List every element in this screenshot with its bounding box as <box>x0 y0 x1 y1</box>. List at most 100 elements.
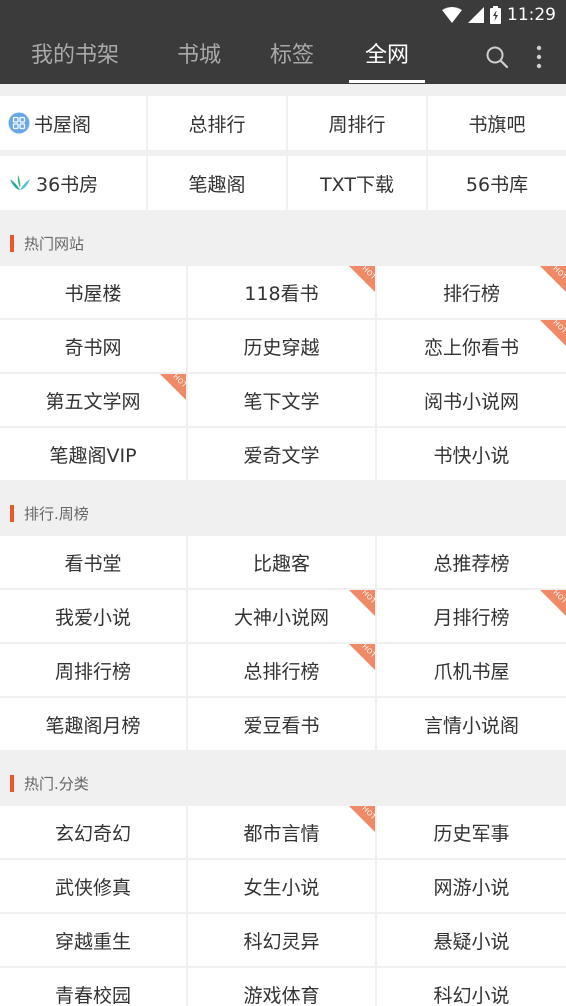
quick-link[interactable]: 书屋阁 <box>0 96 146 150</box>
site-link-label: 阅书小说网 <box>423 390 519 413</box>
site-link-label: 第五文学网 <box>45 390 141 413</box>
site-link[interactable]: 笔趣阁月榜 <box>0 698 186 750</box>
site-link-label: 历史穿越 <box>243 336 320 359</box>
site-link[interactable]: 历史穿越 <box>188 320 375 372</box>
quick-link[interactable]: 总排行 <box>148 96 286 150</box>
site-link-label: 恋上你看书 <box>423 336 519 359</box>
book-leaf-icon <box>8 173 32 193</box>
tab-whole-web[interactable]: 全网 <box>348 30 426 84</box>
wifi-icon <box>442 7 462 23</box>
quick-link[interactable]: 36书房 <box>0 156 146 210</box>
site-link-label: 青春校园 <box>54 984 131 1006</box>
site-link[interactable]: 书屋楼 <box>0 266 186 318</box>
site-link-label: 奇书网 <box>64 336 122 359</box>
site-link[interactable]: 武侠修真 <box>0 860 186 912</box>
site-link-label: 都市言情 <box>243 822 320 845</box>
site-link[interactable]: 笔下文学 <box>188 374 375 426</box>
site-link[interactable]: 青春校园 <box>0 968 186 1006</box>
site-link-label: 总推荐榜 <box>433 552 510 575</box>
site-link[interactable]: 看书堂 <box>0 536 186 588</box>
section-title: 排行.周榜 <box>24 504 89 523</box>
site-link[interactable]: 历史军事 <box>377 806 566 858</box>
site-link[interactable]: 爱奇文学 <box>188 428 375 480</box>
site-link[interactable]: 阅书小说网 <box>377 374 566 426</box>
site-link-label: 玄幻奇幻 <box>54 822 131 845</box>
tab-bookstore[interactable]: 书城 <box>160 30 238 84</box>
site-link-label: 大神小说网 <box>233 606 329 629</box>
site-link-label: 爪机书屋 <box>433 660 510 683</box>
site-link[interactable]: 笔趣阁VIP <box>0 428 186 480</box>
section-accent-bar <box>10 774 14 792</box>
site-link-label: 武侠修真 <box>54 876 131 899</box>
site-link[interactable]: 女生小说 <box>188 860 375 912</box>
section-title: 热门网站 <box>24 234 85 253</box>
site-link-label: 我爱小说 <box>54 606 131 629</box>
section-header: 热门网站 <box>0 219 566 267</box>
section-header: 排行.周榜 <box>0 489 566 537</box>
site-link[interactable]: 悬疑小说 <box>377 914 566 966</box>
site-link-label: 网游小说 <box>433 876 510 899</box>
site-link[interactable]: 大神小说网 HOT <box>188 590 375 642</box>
site-link-label: 悬疑小说 <box>433 930 510 953</box>
site-link[interactable]: 书快小说 <box>377 428 566 480</box>
site-link[interactable]: 穿越重生 <box>0 914 186 966</box>
tab-tags[interactable]: 标签 <box>253 30 331 84</box>
site-link-label: 历史军事 <box>433 822 510 845</box>
site-link[interactable]: 月排行榜 HOT <box>377 590 566 642</box>
section-accent-bar <box>10 234 14 252</box>
more-vert-icon[interactable] <box>525 43 553 71</box>
search-icon[interactable] <box>483 43 511 71</box>
content-area: 书屋阁 总排行 周排行 书旗吧 36书房 笔趣阁 TXT下载 56书库 热门网站… <box>0 84 566 1006</box>
site-link[interactable]: 奇书网 <box>0 320 186 372</box>
site-link[interactable]: 科幻小说 <box>377 968 566 1006</box>
site-link-label: 周排行榜 <box>54 660 131 683</box>
site-link[interactable]: 游戏体育 <box>188 968 375 1006</box>
site-link-label: 书快小说 <box>433 444 510 467</box>
site-link[interactable]: 言情小说阁 <box>377 698 566 750</box>
tab-bookshelf[interactable]: 我的书架 <box>14 30 136 84</box>
site-link-label: 笔趣阁月榜 <box>45 714 141 737</box>
site-link[interactable]: 网游小说 <box>377 860 566 912</box>
site-link[interactable]: 都市言情 HOT <box>188 806 375 858</box>
quick-links-row: 书屋阁 总排行 周排行 书旗吧 <box>0 96 566 150</box>
site-link[interactable]: 总推荐榜 <box>377 536 566 588</box>
site-link[interactable]: 恋上你看书 HOT <box>377 320 566 372</box>
site-link[interactable]: 科幻灵异 <box>188 914 375 966</box>
quick-link[interactable]: 周排行 <box>288 96 426 150</box>
site-link-label: 比趣客 <box>252 552 310 575</box>
signal-icon <box>468 7 484 23</box>
site-link-label: 游戏体育 <box>243 984 320 1006</box>
site-link-label: 科幻小说 <box>433 984 510 1006</box>
site-link[interactable]: 玄幻奇幻 <box>0 806 186 858</box>
section-grid: 书屋楼 118看书 HOT 排行榜 HOT 奇书网 历史穿越 恋上你看书 HOT 第五文学网 HOT… <box>0 266 566 480</box>
battery-icon <box>490 6 501 24</box>
site-link[interactable]: 排行榜 HOT <box>377 266 566 318</box>
site-link-label: 排行榜 <box>442 282 500 305</box>
section-grid: 看书堂 比趣客 总推荐榜我爱小说 大神小说网 HOT 月排行榜 HOT 周排行榜 总排行榜 HOT… <box>0 536 566 750</box>
grid-badge-icon <box>8 112 30 134</box>
quick-link[interactable]: 书旗吧 <box>428 96 566 150</box>
site-link-label: 笔下文学 <box>243 390 320 413</box>
quick-link[interactable]: TXT下载 <box>288 156 426 210</box>
site-link[interactable]: 爪机书屋 <box>377 644 566 696</box>
site-link-label: 爱奇文学 <box>243 444 320 467</box>
quick-link-label: 书屋阁 <box>34 113 92 136</box>
site-link[interactable]: 周排行榜 <box>0 644 186 696</box>
site-link-label: 科幻灵异 <box>243 930 320 953</box>
status-time: 11:29 <box>507 5 556 25</box>
quick-link[interactable]: 56书库 <box>428 156 566 210</box>
site-link-label: 言情小说阁 <box>423 714 519 737</box>
quick-link[interactable]: 笔趣阁 <box>148 156 286 210</box>
site-link[interactable]: 爱豆看书 <box>188 698 375 750</box>
quick-links-row: 36书房 笔趣阁 TXT下载 56书库 <box>0 156 566 210</box>
site-link[interactable]: 118看书 HOT <box>188 266 375 318</box>
site-link-label: 笔趣阁VIP <box>49 444 137 467</box>
site-link[interactable]: 第五文学网 HOT <box>0 374 186 426</box>
section-title: 热门.分类 <box>24 774 89 793</box>
site-link-label: 月排行榜 <box>433 606 510 629</box>
site-link[interactable]: 总排行榜 HOT <box>188 644 375 696</box>
site-link[interactable]: 我爱小说 <box>0 590 186 642</box>
section-header: 热门.分类 <box>0 759 566 807</box>
site-link-label: 女生小说 <box>243 876 320 899</box>
site-link[interactable]: 比趣客 <box>188 536 375 588</box>
